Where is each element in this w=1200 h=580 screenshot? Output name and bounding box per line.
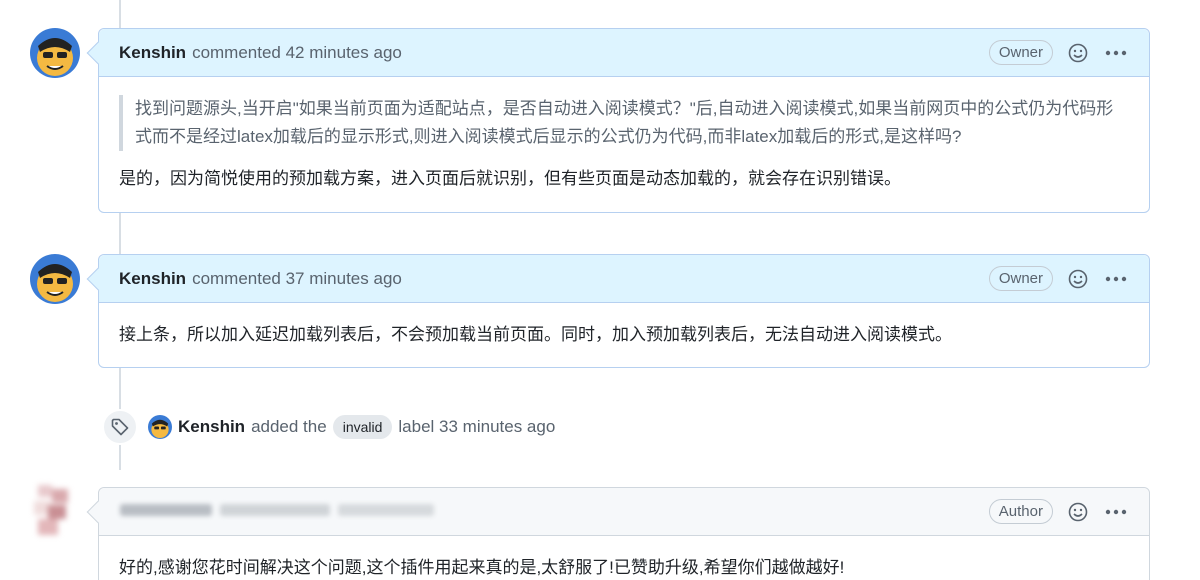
comment-header: Kenshin commented 42 minutes ago Owner [86, 29, 1149, 77]
avatar[interactable] [30, 485, 78, 537]
label-badge[interactable]: invalid [332, 415, 393, 439]
comment-timestamp[interactable]: commented 37 minutes ago [192, 269, 402, 289]
avatar[interactable] [148, 415, 172, 439]
comment-author[interactable]: Kenshin [119, 269, 186, 289]
avatar[interactable] [30, 254, 80, 304]
timeline-event: Kenshin added the invalid label 33 minut… [102, 408, 555, 446]
event-actor[interactable]: Kenshin [178, 417, 245, 437]
avatar[interactable] [30, 28, 80, 78]
event-timestamp[interactable]: label 33 minutes ago [398, 417, 555, 437]
smiley-icon[interactable] [1065, 266, 1091, 292]
comment-text: 好的,感谢您花时间解决这个问题,这个插件用起来真的是,太舒服了!已赞助升级,希望… [119, 558, 845, 577]
comment-header: Kenshin commented 37 minutes ago Owner [86, 255, 1149, 303]
blockquote: 找到问题源头,当开启"如果当前页面为适配站点，是否自动进入阅读模式？"后,自动进… [119, 95, 1129, 151]
redacted-author-name [120, 504, 438, 518]
kebab-horizontal-icon[interactable] [1103, 266, 1129, 292]
comment-text: 接上条，所以加入延迟加载列表后，不会预加载当前页面。同时，加入预加载列表后，无法… [119, 325, 952, 344]
comment-body: 好的,感谢您花时间解决这个问题,这个插件用起来真的是,太舒服了!已赞助升级,希望… [99, 536, 1149, 580]
comment-card: Kenshin commented 42 minutes ago Owner 找… [86, 28, 1150, 213]
tag-icon [102, 409, 138, 445]
owner-badge: Owner [988, 266, 1053, 291]
owner-badge: Owner [988, 40, 1053, 65]
author-badge: Author [988, 499, 1053, 524]
kebab-horizontal-icon[interactable] [1103, 40, 1129, 66]
comment-timestamp[interactable]: commented 42 minutes ago [192, 43, 402, 63]
smiley-icon[interactable] [1065, 499, 1091, 525]
kebab-horizontal-icon[interactable] [1103, 499, 1129, 525]
smiley-icon[interactable] [1065, 40, 1091, 66]
event-action: added the [251, 417, 327, 436]
comment-body: 接上条，所以加入延迟加载列表后，不会预加载当前页面。同时，加入预加载列表后，无法… [99, 303, 1149, 365]
comment-author[interactable]: Kenshin [119, 43, 186, 63]
comment-card: Kenshin commented 37 minutes ago Owner 接… [86, 254, 1150, 368]
comment-body: 找到问题源头,当开启"如果当前页面为适配站点，是否自动进入阅读模式？"后,自动进… [99, 77, 1149, 209]
comment-card: Author 好的,感谢您花时间解决这个问题,这个插件用起来真的是,太舒服了!已… [86, 487, 1150, 580]
comment-text: 是的，因为简悦使用的预加载方案，进入页面后就识别，但有些页面是动态加载的，就会存… [119, 169, 901, 188]
